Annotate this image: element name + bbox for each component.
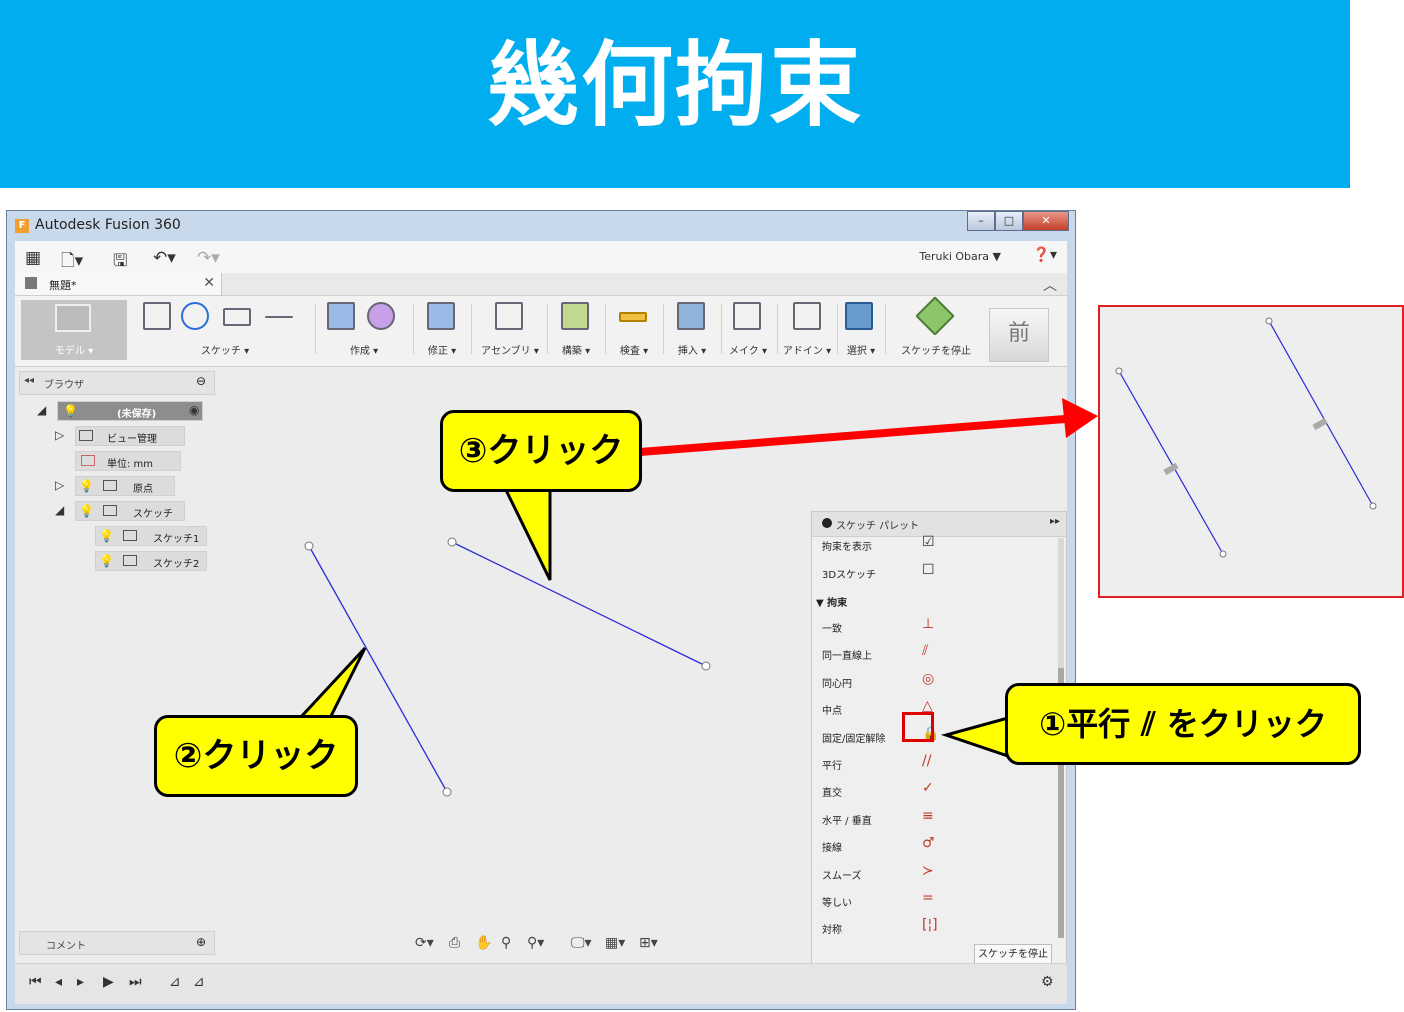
comments-label: コメント <box>46 941 86 952</box>
play-icon[interactable]: ▸ <box>77 974 84 990</box>
callout-1: ①平行 ⫽ をクリック <box>1005 683 1361 765</box>
horizontal-vertical-icon[interactable]: ≡ <box>922 808 934 824</box>
3d-sketch-checkbox[interactable]: ☐ <box>922 562 935 578</box>
navigation-bar: ⟳▾ ⎙ ✋ ⚲ ⚲▾ 🖵▾ ▦▾ ⊞▾ <box>415 933 671 955</box>
concentric-icon[interactable]: ◎ <box>922 671 934 687</box>
constraint-label: スムーズ <box>822 870 862 882</box>
parallel-icon[interactable]: // <box>922 753 931 769</box>
parallel-glyph-icon <box>1163 462 1179 476</box>
add-comment-icon[interactable]: ⊕ <box>196 935 206 949</box>
orbit-icon[interactable]: ⟳▾ <box>415 935 434 951</box>
go-to-end-icon[interactable]: ⏭ <box>129 974 142 990</box>
constraint-label: 同一直線上 <box>822 651 872 663</box>
fit-icon[interactable]: ⚲▾ <box>527 935 544 951</box>
go-to-start-icon[interactable]: ⏮ <box>29 974 42 990</box>
callout-3: ③クリック <box>440 410 642 492</box>
constraints-section-header[interactable]: ▼ 拘束 <box>816 594 847 609</box>
perpendicular-icon[interactable]: ✓ <box>922 780 934 796</box>
preview-line-2 <box>1268 320 1374 507</box>
preview-canvas <box>1115 317 1377 558</box>
timeline: ⏮ ◂ ▸ ▶ ⏭ ⊿ ⊿ ⚙ <box>15 963 1067 1004</box>
preview-point <box>1115 367 1123 375</box>
preview-point <box>1219 550 1227 558</box>
maximize-button[interactable]: □ <box>995 211 1023 231</box>
constraint-label: 固定/固定解除 <box>822 733 886 745</box>
fusion-window: F Autodesk Fusion 360 – □ ✕ ▦ 🗋▾ 🖫 ↶▾ ↷▾… <box>6 210 1076 1010</box>
grid-icon[interactable]: ▦▾ <box>605 935 625 951</box>
step-back-icon[interactable]: ◂ <box>55 974 62 990</box>
close-button[interactable]: ✕ <box>1023 211 1069 231</box>
fusion-app-icon: F <box>15 219 29 233</box>
window-controls: – □ ✕ <box>967 211 1069 231</box>
constraint-label: 平行 <box>822 761 842 772</box>
constraint-label: 一致 <box>822 624 842 635</box>
zoom-icon[interactable]: ⚲ <box>501 935 511 951</box>
palette-toggle-icon[interactable] <box>822 518 832 528</box>
constraint-label: 直交 <box>822 788 842 800</box>
result-preview <box>1098 305 1404 598</box>
smooth-icon[interactable]: ≻ <box>922 863 934 879</box>
minimize-button[interactable]: – <box>967 211 995 231</box>
parallel-glyph-icon <box>1312 417 1328 431</box>
preview-point <box>1265 317 1273 325</box>
look-at-icon[interactable]: ⎙ <box>449 935 460 951</box>
display-settings-icon[interactable]: 🖵▾ <box>571 935 592 951</box>
symmetry-icon[interactable]: [¦] <box>922 917 938 933</box>
constraint-label: 同心円 <box>822 678 852 690</box>
3d-sketch-label: 3Dスケッチ <box>822 570 877 581</box>
sketch-point[interactable] <box>701 661 711 671</box>
constraint-label: 中点 <box>822 706 842 718</box>
title-banner: 幾何拘束 <box>0 0 1350 188</box>
parallel-highlight <box>902 712 934 742</box>
collinear-icon[interactable]: ⫽ <box>922 643 928 659</box>
coincident-icon[interactable]: ⊥ <box>922 616 934 632</box>
pan-icon[interactable]: ✋ <box>475 935 492 951</box>
constraint-label: 水平 / 垂直 <box>822 815 872 827</box>
preview-point <box>1369 502 1377 510</box>
window-titlebar: F Autodesk Fusion 360 – □ ✕ <box>7 211 1075 241</box>
constraint-label: 等しい <box>822 898 852 909</box>
show-constraints-label: 拘束を表示 <box>822 542 872 553</box>
constraint-label: 対称 <box>822 925 842 937</box>
app-body: ▦ 🗋▾ 🖫 ↶▾ ↷▾ Teruki Obara ▼ ❓▾ 無題* ✕ ︿ モ… <box>15 241 1067 1004</box>
timeline-sketch2-icon[interactable]: ⊿ <box>193 974 205 990</box>
expand-palette-icon[interactable]: ▸▸ <box>1050 516 1060 527</box>
show-constraints-checkbox[interactable]: ☑ <box>922 534 935 550</box>
constraints-section-title: 拘束 <box>827 598 848 609</box>
sketch-point[interactable] <box>304 541 314 551</box>
banner-title: 幾何拘束 <box>486 32 863 139</box>
sketch-line-2[interactable] <box>451 541 707 667</box>
viewports-icon[interactable]: ⊞▾ <box>639 935 658 951</box>
step-forward-icon[interactable]: ▶ <box>103 974 114 990</box>
window-title: Autodesk Fusion 360 <box>35 217 181 233</box>
callout-2: ②クリック <box>154 715 358 797</box>
comments-panel[interactable]: コメント ⊕ <box>19 931 215 955</box>
equal-icon[interactable]: = <box>922 890 934 906</box>
tangent-icon[interactable]: ♂ <box>922 835 935 851</box>
preview-line-1 <box>1118 370 1224 555</box>
timeline-sketch1-icon[interactable]: ⊿ <box>169 974 181 990</box>
settings-gear-icon[interactable]: ⚙ <box>1041 974 1054 990</box>
palette-header[interactable]: スケッチ パレット ▸▸ <box>812 512 1066 537</box>
palette-title: スケッチ パレット <box>836 521 920 532</box>
constraint-label: 接線 <box>822 843 842 855</box>
sketch-point[interactable] <box>447 537 457 547</box>
sketch-point[interactable] <box>442 787 452 797</box>
